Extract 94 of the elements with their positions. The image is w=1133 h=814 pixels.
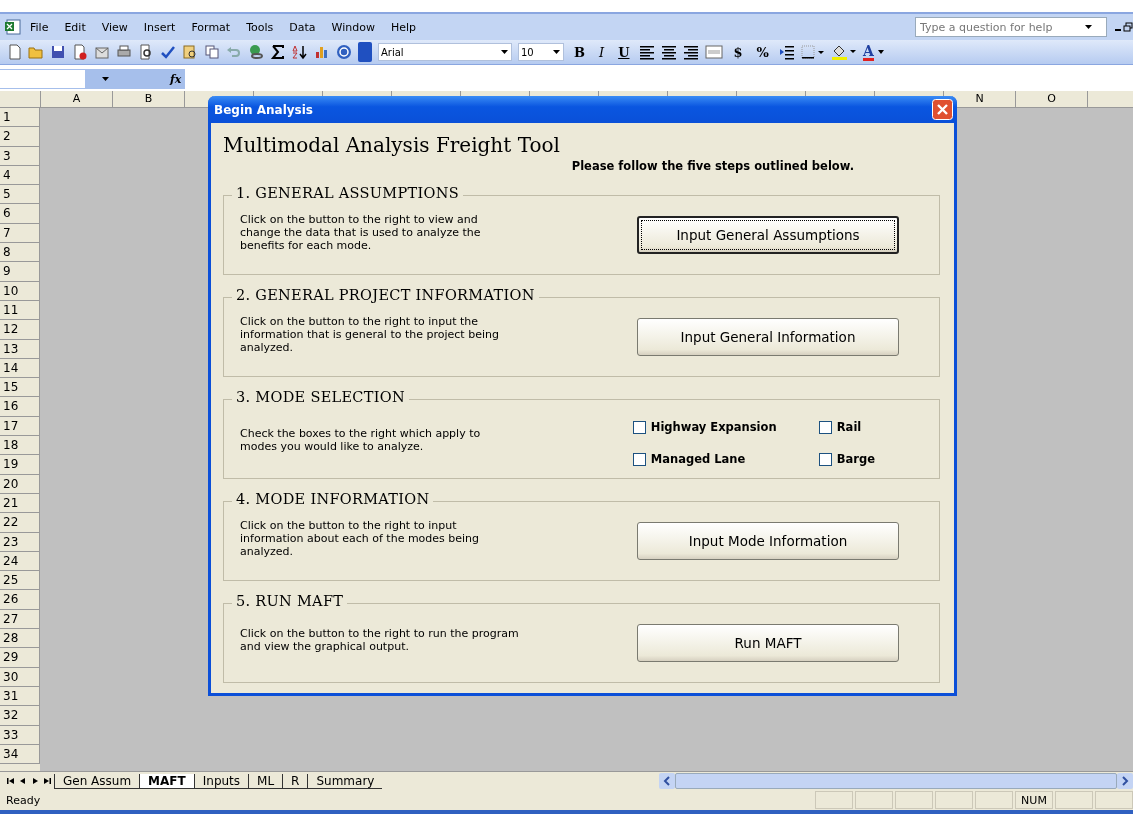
- bold-button[interactable]: B: [570, 44, 589, 60]
- document-stop-icon[interactable]: [72, 44, 88, 60]
- section-title: 1. GENERAL ASSUMPTIONS: [232, 185, 463, 201]
- menu-item[interactable]: Insert: [135, 18, 184, 36]
- chart-icon[interactable]: [314, 44, 330, 60]
- fill-color-icon[interactable]: [830, 43, 857, 61]
- dialog-title: Begin Analysis: [214, 102, 313, 117]
- save-icon[interactable]: [50, 44, 66, 60]
- dialog-heading: Multimodal Analysis Freight Tool: [223, 133, 561, 157]
- num-lock-indicator: NUM: [1015, 791, 1053, 809]
- close-icon[interactable]: [932, 99, 953, 120]
- new-document-icon[interactable]: [6, 44, 22, 60]
- sheet-tab[interactable]: MAFT: [139, 773, 194, 789]
- sum-icon[interactable]: [270, 44, 286, 60]
- sort-ascending-icon[interactable]: [292, 44, 308, 60]
- sheet-tab[interactable]: Inputs: [193, 773, 249, 789]
- sheet-tab[interactable]: Summary: [307, 773, 383, 789]
- number-format-button[interactable]: $: [729, 44, 747, 60]
- help-icon[interactable]: [336, 44, 352, 60]
- section-description: Click on the button to the right to input the information that is general to the project being analyzed.: [240, 314, 500, 354]
- status-panel: [1055, 791, 1093, 809]
- scroll-right-icon[interactable]: [1117, 773, 1133, 789]
- spelling-check-icon[interactable]: [160, 44, 176, 60]
- align-center-icon[interactable]: [661, 44, 678, 60]
- column-header[interactable]: O: [1016, 91, 1088, 107]
- sheet-tab[interactable]: R: [282, 773, 308, 789]
- status-panel: [975, 791, 1013, 809]
- decrease-indent-icon[interactable]: [778, 44, 795, 60]
- section-description: Click on the button to the right to view and change the data that is used to analyze the benefits for each mode.: [240, 212, 482, 252]
- mode-checkbox[interactable]: Rail: [818, 420, 875, 434]
- print-preview-icon[interactable]: [138, 44, 154, 60]
- section-title: 5. RUN MAFT: [232, 593, 348, 609]
- research-icon[interactable]: [182, 44, 198, 60]
- first-sheet-icon[interactable]: [6, 776, 16, 786]
- borders-icon[interactable]: [800, 44, 825, 60]
- previous-sheet-icon[interactable]: [18, 776, 28, 786]
- menu-item[interactable]: Data: [281, 18, 324, 36]
- menu-item[interactable]: Edit: [56, 18, 94, 36]
- align-right-icon[interactable]: [683, 44, 700, 60]
- next-sheet-icon[interactable]: [30, 776, 40, 786]
- function-button[interactable]: fx: [170, 72, 182, 86]
- menu-item[interactable]: Window: [323, 18, 383, 36]
- italic-button[interactable]: I: [595, 44, 609, 60]
- column-header[interactable]: B: [113, 91, 185, 107]
- status-panel: [1095, 791, 1133, 809]
- section-description: Check the boxes to the right which apply to modes you would like to analyze.: [240, 427, 482, 453]
- status-panel: [935, 791, 973, 809]
- section-title: 3. MODE SELECTION: [232, 389, 409, 405]
- last-sheet-icon[interactable]: [42, 776, 52, 786]
- font-size-field[interactable]: 10: [518, 43, 564, 61]
- print-icon[interactable]: [116, 44, 132, 60]
- dropdown-arrow-icon[interactable]: [101, 76, 110, 82]
- font-name-field[interactable]: Arial: [378, 43, 512, 61]
- help-search-field[interactable]: Type a question for help: [915, 17, 1107, 37]
- column-header[interactable]: A: [41, 91, 113, 107]
- instructions-text: Please follow the five steps outlined below.: [571, 159, 854, 173]
- open-folder-icon[interactable]: [28, 44, 44, 60]
- section-button[interactable]: Run MAFT: [637, 624, 899, 662]
- menu-item[interactable]: File: [22, 18, 57, 36]
- formula-field[interactable]: [185, 69, 1133, 89]
- dropdown-arrow-icon[interactable]: [500, 49, 509, 55]
- status-panel: [815, 791, 853, 809]
- section-button[interactable]: Input General Assumptions: [637, 216, 899, 254]
- spreadsheet-icon[interactable]: [4, 19, 22, 35]
- menu-item[interactable]: Tools: [238, 18, 282, 36]
- status-text: Ready: [6, 793, 41, 807]
- menu-item[interactable]: Format: [183, 18, 239, 36]
- section-title: 4. MODE INFORMATION: [232, 491, 434, 507]
- scroll-left-icon[interactable]: [659, 773, 675, 789]
- menu-item[interactable]: View: [93, 18, 136, 36]
- align-left-icon[interactable]: [639, 44, 656, 60]
- mode-checkbox[interactable]: Managed Lane: [632, 452, 819, 466]
- copy-icon[interactable]: [204, 44, 220, 60]
- font-color-button[interactable]: A: [862, 43, 885, 61]
- section-button[interactable]: Input General Information: [637, 318, 899, 356]
- underline-button[interactable]: U: [614, 44, 634, 60]
- restore-icon[interactable]: [1123, 22, 1133, 32]
- number-format-button[interactable]: %: [752, 44, 773, 60]
- dropdown-arrow-icon[interactable]: [1084, 24, 1093, 30]
- section-description: Click on the button to the right to run the program and view the graphical output.: [240, 627, 520, 653]
- status-panel: [895, 791, 933, 809]
- status-panel: [855, 791, 893, 809]
- email-icon[interactable]: [94, 44, 110, 60]
- section-button[interactable]: Input Mode Information: [637, 522, 899, 560]
- section-description: Click on the button to the right to input information about each of the modes being analyzed.: [240, 518, 481, 558]
- sheet-tab[interactable]: ML: [248, 773, 283, 789]
- section-title: 2. GENERAL PROJECT INFORMATION: [232, 287, 539, 303]
- hyperlink-icon[interactable]: [248, 44, 264, 60]
- dropdown-arrow-icon[interactable]: [552, 49, 561, 55]
- mode-checkbox[interactable]: Highway Expansion: [632, 420, 819, 434]
- menu-item[interactable]: Help: [382, 18, 424, 36]
- mode-checkbox[interactable]: Barge: [818, 452, 875, 466]
- dropdown-arrow-icon[interactable]: [876, 49, 885, 55]
- merge-cells-icon[interactable]: [705, 44, 724, 60]
